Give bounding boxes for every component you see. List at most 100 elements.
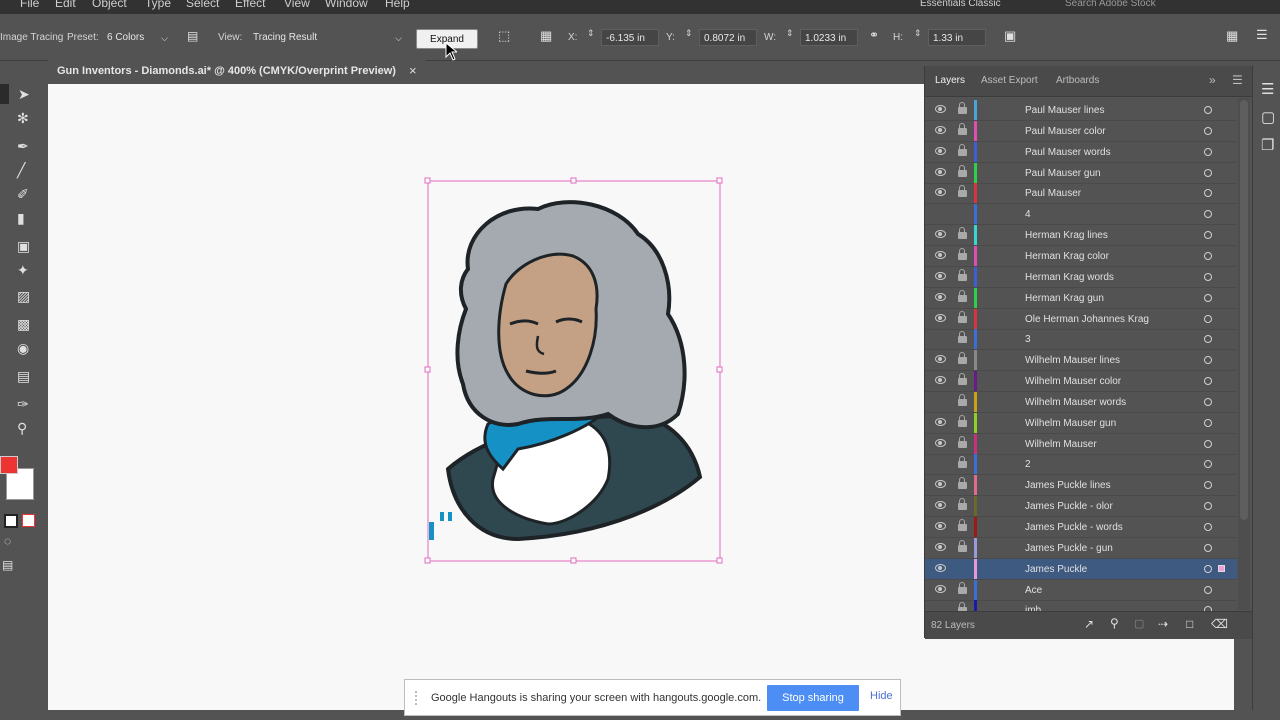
y-field[interactable]: 0.8072 in <box>699 29 757 46</box>
y-stepper-icon[interactable]: ⇕ <box>685 28 693 39</box>
layer-row[interactable]: Wilhelm Mauser gun <box>925 412 1237 434</box>
lock-icon[interactable] <box>958 122 967 135</box>
target-icon[interactable] <box>1204 543 1212 552</box>
eye-icon[interactable] <box>935 105 946 113</box>
control-menu-icon[interactable]: ☰ <box>1256 27 1268 43</box>
shape-builder-icon[interactable]: ▨ <box>17 288 30 305</box>
eye-icon[interactable] <box>935 542 946 551</box>
layer-row[interactable]: Paul Mauser gun <box>925 162 1237 184</box>
arrange-documents-icon[interactable]: ▦ <box>1226 28 1238 44</box>
menu-view[interactable]: View <box>284 0 310 10</box>
eye-icon[interactable] <box>935 522 946 530</box>
collapse-panel-icon[interactable]: » <box>1209 73 1216 87</box>
layer-row[interactable]: 4 <box>925 204 1237 226</box>
view-dropdown[interactable]: Tracing Result ⌵ <box>250 29 405 47</box>
target-icon[interactable] <box>1204 460 1212 469</box>
new-sublayer-icon[interactable]: ⇢ <box>1158 617 1168 631</box>
target-icon[interactable] <box>1204 585 1212 594</box>
tab-asset-export[interactable]: Asset Export <box>981 75 1038 86</box>
lock-icon[interactable] <box>958 102 967 114</box>
lock-icon[interactable] <box>958 456 967 469</box>
eraser-tool-icon[interactable]: ▮ <box>17 210 25 227</box>
target-icon[interactable] <box>1204 481 1212 490</box>
target-icon[interactable] <box>1204 231 1212 240</box>
layer-row[interactable]: James Puckle - gun <box>925 537 1237 559</box>
export-icon[interactable]: ↗ <box>1084 617 1094 631</box>
target-icon[interactable] <box>1204 397 1212 406</box>
target-icon[interactable] <box>1204 210 1212 219</box>
eye-icon[interactable] <box>935 501 946 510</box>
selection-tool-icon[interactable]: ➤ <box>18 86 30 103</box>
layer-row[interactable]: Wilhelm Mauser words <box>925 391 1237 413</box>
artboard-canvas[interactable] <box>924 638 1234 710</box>
hide-link[interactable]: Hide <box>870 690 893 702</box>
layer-row[interactable]: James Puckle - olor <box>925 496 1237 518</box>
lock-icon[interactable] <box>958 498 967 511</box>
layer-row[interactable]: Paul Mauser <box>925 183 1237 205</box>
eye-icon[interactable] <box>935 146 946 155</box>
menu-help[interactable]: Help <box>385 0 410 10</box>
brush-tool-icon[interactable]: ✐ <box>17 186 29 203</box>
lock-icon[interactable] <box>958 310 967 323</box>
lock-icon[interactable] <box>958 143 967 156</box>
search-icon[interactable]: ⚲ <box>1110 616 1119 630</box>
default-colors-icon[interactable] <box>4 514 18 528</box>
pen-tool-icon[interactable]: ✒ <box>17 138 29 155</box>
layers-dock-icon[interactable]: ☰ <box>1261 80 1274 98</box>
tab-artboards[interactable]: Artboards <box>1056 75 1099 86</box>
zoom-tool-icon[interactable]: ⚲ <box>17 420 27 437</box>
lock-icon[interactable] <box>958 185 967 198</box>
drag-handle-icon[interactable] <box>415 691 423 705</box>
lock-icon[interactable] <box>958 289 967 302</box>
layer-row[interactable]: James Puckle - words <box>925 517 1237 538</box>
preset-dropdown[interactable]: 6 Colors ⌵ <box>103 29 171 47</box>
layer-row[interactable]: Paul Mauser lines <box>925 100 1237 121</box>
gradient-tool-icon[interactable]: ▩ <box>17 316 30 333</box>
target-icon[interactable] <box>1204 293 1212 302</box>
menu-type[interactable]: Type <box>145 0 171 10</box>
tab-layers[interactable]: Layers <box>935 75 965 86</box>
target-icon[interactable] <box>1204 502 1212 511</box>
lock-icon[interactable] <box>958 247 967 260</box>
eye-icon[interactable] <box>935 438 946 447</box>
target-icon[interactable] <box>1204 126 1212 135</box>
lock-icon[interactable] <box>958 227 967 240</box>
target-icon[interactable] <box>1204 439 1212 448</box>
eye-icon[interactable] <box>935 355 946 364</box>
lock-icon[interactable] <box>958 164 967 177</box>
magic-wand-icon[interactable]: ✻ <box>17 110 29 127</box>
layer-row[interactable]: Paul Mauser color <box>925 120 1237 142</box>
h-stepper-icon[interactable]: ⇕ <box>914 28 922 39</box>
lock-icon[interactable] <box>958 519 967 531</box>
h-field[interactable]: 1.33 in <box>928 29 986 46</box>
stop-sharing-button[interactable]: Stop sharing <box>767 685 859 711</box>
layer-row[interactable]: 3 <box>925 329 1237 351</box>
workspace-switcher[interactable]: Essentials Classic <box>920 0 1001 9</box>
artboard-canvas[interactable] <box>48 84 924 710</box>
eye-icon[interactable] <box>935 250 946 259</box>
close-icon[interactable]: × <box>409 63 417 78</box>
layer-row[interactable]: James Puckle lines <box>925 475 1237 497</box>
lock-icon[interactable] <box>958 393 967 406</box>
artwork-illustration[interactable] <box>48 84 924 710</box>
menu-object[interactable]: Object <box>92 0 127 10</box>
target-icon[interactable] <box>1204 147 1212 156</box>
image-trace-link[interactable]: Image Tracing <box>0 32 63 43</box>
clipping-mask-icon[interactable]: ▢ <box>1134 617 1144 630</box>
document-tab[interactable]: Gun Inventors - Diamonds.ai* @ 400% (CMY… <box>48 60 426 84</box>
menu-effect[interactable]: Effect <box>235 0 265 10</box>
layer-row[interactable]: Herman Krag lines <box>925 225 1237 247</box>
lock-icon[interactable] <box>958 581 967 594</box>
eyedropper-icon[interactable]: ✑ <box>17 396 29 413</box>
lock-icon[interactable] <box>958 268 967 281</box>
layer-row[interactable]: Paul Mauser words <box>925 141 1237 163</box>
graph-tool-icon[interactable]: ▤ <box>17 368 30 385</box>
layer-row[interactable]: Herman Krag color <box>925 245 1237 267</box>
lock-icon[interactable] <box>958 331 967 344</box>
eye-icon[interactable] <box>935 480 946 489</box>
artboards-dock-icon[interactable]: ❐ <box>1261 136 1274 154</box>
lock-icon[interactable] <box>958 435 967 448</box>
w-field[interactable]: 1.0233 in <box>800 29 858 46</box>
layer-row[interactable]: Wilhelm Mauser <box>925 433 1237 455</box>
panel-menu-icon[interactable]: ☰ <box>1232 73 1243 87</box>
